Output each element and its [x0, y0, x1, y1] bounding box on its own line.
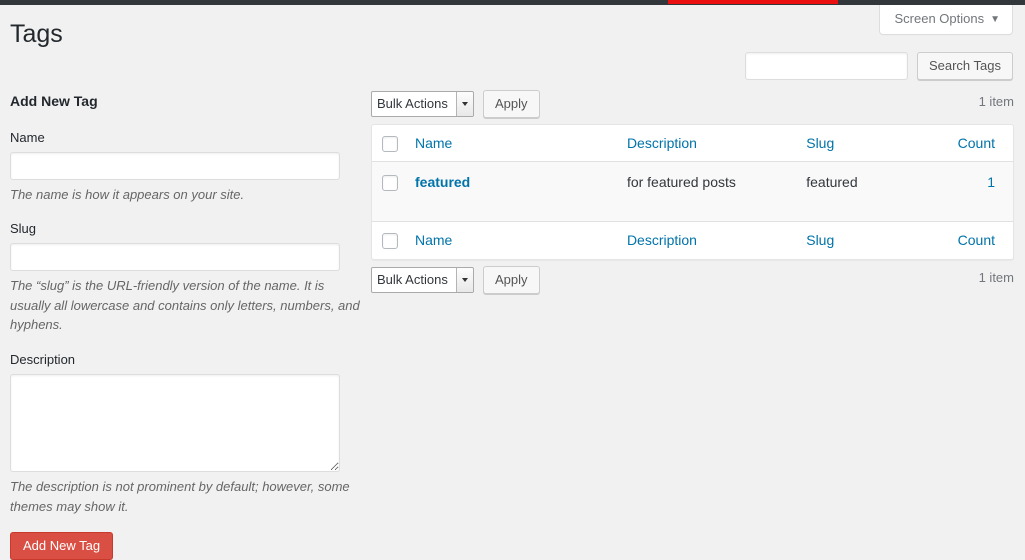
field-name: Name The name is how it appears on your …: [10, 129, 355, 205]
displaying-num-bottom: 1 item: [978, 269, 1014, 285]
apply-button-top[interactable]: Apply: [483, 90, 540, 118]
bulk-actions-top: Bulk Actions Apply: [371, 90, 1014, 118]
sort-by-name-link-top[interactable]: Name: [415, 135, 452, 151]
description-textarea[interactable]: [10, 374, 340, 473]
column-footer-description: Description: [616, 221, 797, 258]
description-label: Description: [10, 351, 76, 367]
row-count-cell: 1: [948, 162, 1013, 221]
row-name-cell: featured: [408, 162, 617, 221]
field-description: Description The description is not promi…: [10, 351, 355, 516]
row-slug-cell: featured: [806, 174, 858, 191]
select-all-header: [372, 125, 408, 163]
add-new-tag-form: Add New Tag Name The name is how it appe…: [10, 92, 360, 560]
table-row: featured for featured posts featured 1: [372, 162, 1013, 222]
form-heading: Add New Tag: [10, 93, 98, 109]
row-description-cell: for featured posts: [626, 174, 736, 191]
screen-meta-links: Screen Options ▼: [879, 5, 1013, 35]
sort-by-slug-link-top[interactable]: Slug: [806, 135, 834, 151]
displaying-num-top: 1 item: [978, 94, 1014, 109]
slug-label: Slug: [10, 221, 37, 237]
description-help-text: The description is not prominent by defa…: [10, 479, 350, 514]
slug-help-text: The “slug” is the URL-friendly version o…: [10, 278, 360, 333]
column-header-count: Count: [947, 125, 1013, 163]
bulk-actions-select-bottom[interactable]: Bulk Actions: [371, 266, 474, 293]
select-all-checkbox-top[interactable]: [382, 136, 398, 152]
select-all-footer: [372, 221, 408, 258]
table-head: Name Description Slug Count: [372, 125, 1013, 163]
column-header-slug: Slug: [796, 125, 948, 163]
sort-by-count-link-top[interactable]: Count: [958, 135, 995, 151]
bulk-actions-select-shell-top: Bulk Actions: [371, 91, 474, 117]
select-all-checkbox-bottom[interactable]: [382, 233, 398, 250]
tablenav-top: Bulk Actions Apply 1 item: [371, 90, 1014, 120]
screen-options-label: Screen Options: [894, 11, 985, 26]
column-footer-count: Count: [947, 221, 1013, 258]
slug-input[interactable]: [10, 243, 340, 272]
tags-table: Name Description Slug Count featured for…: [371, 124, 1014, 260]
page-title: Tags: [10, 20, 63, 48]
field-slug: Slug The “slug” is the URL-friendly vers…: [10, 220, 360, 335]
chevron-down-icon: ▼: [990, 14, 1000, 25]
search-form: Search Tags: [744, 52, 1013, 80]
table-foot: Name Description Slug Count: [372, 221, 1013, 258]
name-label: Name: [10, 129, 45, 145]
admin-bar: [0, 0, 1025, 5]
table-header-row: Name Description Slug Count: [372, 125, 1013, 163]
bulk-actions-select-top[interactable]: Bulk Actions: [371, 91, 474, 117]
name-input[interactable]: [10, 151, 340, 180]
table-body: featured for featured posts featured 1: [372, 162, 1013, 222]
tag-name-link[interactable]: featured: [415, 174, 470, 190]
tags-list-panel: Bulk Actions Apply 1 item Name Descripti…: [371, 90, 1014, 296]
column-header-description: Description: [616, 125, 797, 163]
tag-count-link[interactable]: 1: [987, 174, 995, 190]
column-footer-slug: Slug: [796, 221, 948, 258]
search-input[interactable]: [744, 52, 908, 80]
apply-button-bottom[interactable]: Apply: [483, 265, 540, 294]
page-load-progress-bar: [668, 0, 838, 4]
screen-options-tab[interactable]: Screen Options ▼: [879, 5, 1013, 35]
row-checkbox[interactable]: [382, 175, 398, 192]
sort-by-count-link-bottom[interactable]: Count: [958, 232, 995, 248]
bulk-actions-bottom: Bulk Actions Apply: [371, 265, 1014, 294]
table-footer-row: Name Description Slug Count: [372, 221, 1013, 258]
column-footer-name: Name: [408, 221, 617, 258]
tablenav-bottom: Bulk Actions Apply 1 item: [371, 265, 1014, 296]
sort-by-description-link-top[interactable]: Description: [627, 135, 697, 151]
row-select-cell: [372, 162, 408, 221]
sort-by-name-link-bottom[interactable]: Name: [415, 232, 452, 248]
add-new-tag-button[interactable]: Add New Tag: [10, 532, 114, 560]
sort-by-slug-link-bottom[interactable]: Slug: [806, 232, 834, 248]
column-header-name: Name: [408, 125, 617, 163]
submit-row: Add New Tag: [10, 532, 355, 560]
search-tags-button[interactable]: Search Tags: [916, 52, 1013, 80]
name-help-text: The name is how it appears on your site.: [10, 186, 245, 202]
bulk-actions-select-shell-bottom: Bulk Actions: [371, 266, 474, 293]
sort-by-description-link-bottom[interactable]: Description: [627, 232, 697, 248]
